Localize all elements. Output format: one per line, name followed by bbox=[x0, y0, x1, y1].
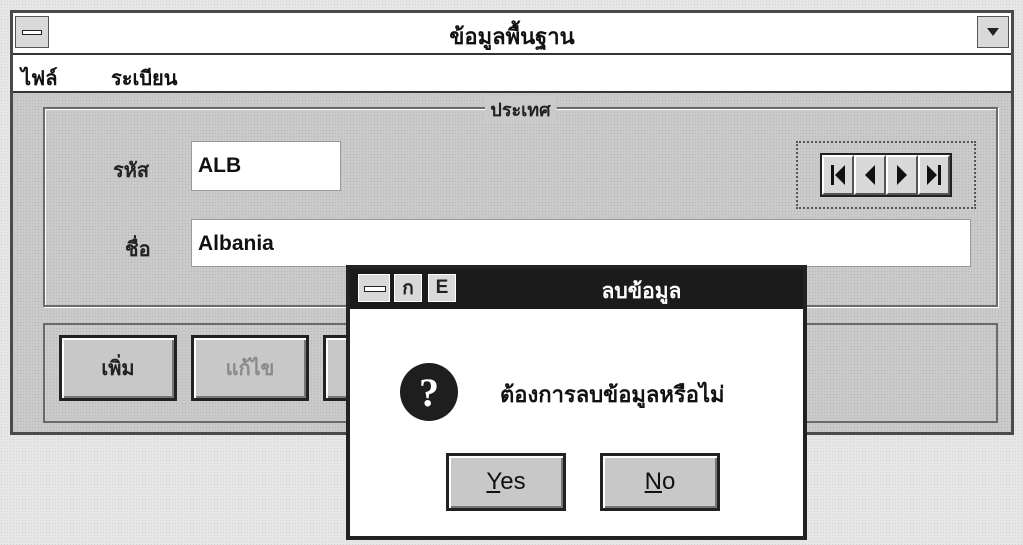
first-record-button[interactable] bbox=[822, 155, 854, 195]
add-button[interactable]: เพิ่ม bbox=[59, 335, 177, 401]
last-record-button[interactable] bbox=[918, 155, 950, 195]
yes-button[interactable]: Yes bbox=[446, 453, 566, 511]
window-title: ข้อมูลพื้นฐาน bbox=[449, 24, 575, 49]
title-bar: ข้อมูลพื้นฐาน bbox=[13, 13, 1011, 55]
no-mnemonic: N bbox=[644, 468, 662, 495]
no-button[interactable]: No bbox=[600, 453, 720, 511]
thai-char-icon: ก bbox=[394, 274, 422, 302]
yes-mnemonic: Y bbox=[486, 468, 501, 495]
no-label-rest: o bbox=[661, 468, 676, 495]
group-title: ประเทศ bbox=[484, 95, 557, 124]
name-label: ชื่อ bbox=[125, 239, 151, 261]
delete-confirm-dialog: ก E ลบข้อมูล ? ต้องการลบข้อมูลหรือไม่ Ye… bbox=[346, 265, 807, 540]
menu-file[interactable]: ไฟล์ bbox=[21, 62, 57, 94]
dialog-title: ลบข้อมูล bbox=[601, 280, 682, 303]
question-icon: ? bbox=[400, 363, 458, 421]
previous-record-button[interactable] bbox=[854, 155, 886, 195]
edit-button[interactable]: แก้ไข bbox=[191, 335, 309, 401]
menu-record[interactable]: ระเบียน bbox=[111, 62, 177, 94]
dialog-title-bar: ก E ลบข้อมูล bbox=[350, 269, 803, 309]
yes-label-rest: es bbox=[500, 468, 526, 495]
menu-bar: ไฟล์ ระเบียน bbox=[13, 55, 1011, 93]
dialog-control-menu-button[interactable] bbox=[358, 274, 390, 302]
down-arrow-icon bbox=[987, 28, 999, 36]
record-navigator bbox=[796, 141, 976, 209]
first-record-icon bbox=[831, 165, 845, 185]
minimize-button[interactable] bbox=[977, 16, 1009, 48]
last-record-icon bbox=[927, 165, 941, 185]
previous-record-icon bbox=[865, 165, 875, 185]
dialog-message: ต้องการลบข้อมูลหรือไม่ bbox=[500, 382, 725, 407]
next-record-icon bbox=[897, 165, 907, 185]
code-field[interactable]: ALB bbox=[191, 141, 341, 191]
control-menu-icon bbox=[364, 286, 386, 292]
svg-text:?: ? bbox=[419, 370, 439, 415]
name-field[interactable]: Albania bbox=[191, 219, 971, 267]
next-record-button[interactable] bbox=[886, 155, 918, 195]
e-char-icon: E bbox=[428, 274, 456, 302]
code-label: รหัส bbox=[113, 160, 150, 182]
